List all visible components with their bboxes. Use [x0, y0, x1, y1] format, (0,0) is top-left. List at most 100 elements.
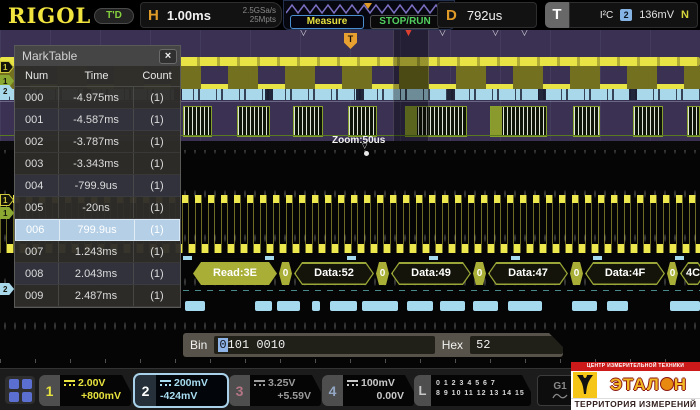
delay-box[interactable]: D 792us [437, 2, 537, 28]
globe-icon [660, 377, 674, 391]
menu-grid-button[interactable] [5, 376, 35, 404]
horizontal-timebase-box[interactable]: H 1.00ms 2.5GSa/s25Mpts [140, 2, 282, 28]
trigger-type: I²C [600, 10, 613, 21]
decode-readout-bar: Bin 0101 0010 Hex 52 [183, 333, 563, 357]
hex-value: 52 [470, 336, 563, 354]
decode-frame: Read:3E [193, 262, 277, 285]
decode-frame: 0 [279, 262, 292, 285]
decode-overview-group [237, 106, 270, 137]
sda-segment [277, 301, 300, 311]
measure-button[interactable]: Measure [290, 15, 364, 29]
bin-label: Bin [190, 338, 207, 352]
channel-2-position-marker[interactable]: 2 [0, 282, 14, 300]
decode-frame: Data:52 [294, 262, 374, 285]
sda-segment [407, 301, 433, 311]
trigger-position-icon[interactable]: T [344, 33, 357, 49]
decode-frame: 0 [667, 262, 678, 285]
stop-run-button[interactable]: STOP/RUN [370, 15, 440, 29]
zoom-scale-label: Zoom:50us [332, 135, 385, 146]
mark-table-row[interactable]: 0082.043ms(1) [15, 263, 180, 285]
decode-threshold-line [183, 290, 700, 291]
sda-segment [572, 301, 597, 311]
trigger-source-badge: 2 [620, 9, 632, 21]
channel-1-position-marker[interactable]: 1 [0, 206, 14, 224]
channel-2-offset: -424mV [160, 390, 221, 403]
trigger-level: 136mV [639, 9, 674, 21]
bin-cursor[interactable]: 0 [218, 338, 227, 352]
zoom-region-indicator[interactable] [393, 30, 429, 141]
decode-overview-group [348, 106, 377, 137]
timebase-value: 1.00ms [167, 8, 211, 23]
hex-label: Hex [442, 338, 463, 352]
waveform-preview-icon [286, 2, 452, 15]
close-icon[interactable]: × [159, 49, 177, 64]
decode-overview-group [293, 106, 323, 137]
channel-1-number: 1 [39, 375, 60, 406]
decode-frame: 4C [680, 262, 700, 285]
sine-wave-icon [552, 392, 568, 400]
mark-table-row[interactable]: 003-3.343ms(1) [15, 153, 180, 175]
decode-frame: 0 [376, 262, 389, 285]
channel-2-position-marker[interactable]: 2 [0, 84, 14, 102]
waveform-display: ▽▽▽▽▼ T Zoom:50us ▽ Read:3E0Data:520Data… [0, 30, 700, 368]
mark-table-row[interactable]: 002-3.787ms(1) [15, 131, 180, 153]
logic-row2: 8 9 10 11 12 13 14 15 [436, 390, 525, 397]
sda-segment [473, 301, 498, 311]
logic-channels-box[interactable]: L 0 1 2 3 4 5 6 7 8 9 10 11 12 13 14 15 [414, 375, 531, 406]
decode-frame: 0 [570, 262, 583, 285]
sda-segment [312, 301, 320, 311]
oscilloscope-screen: RIGOL T'D H 1.00ms 2.5GSa/s25Mpts Measur… [0, 0, 700, 410]
sda-segment [185, 301, 205, 311]
mark-table-row[interactable]: 000-4.975ms(1) [15, 87, 180, 109]
dc-coupling-icon [254, 380, 265, 387]
channel-4-number: 4 [322, 375, 343, 406]
trigger-slope-icon: N [681, 9, 689, 21]
svg-text:1: 1 [3, 209, 8, 218]
decode-frame: Data:4F [585, 262, 665, 285]
etalon-watermark: ЦЕНТР ИЗМЕРИТЕЛЬНОЙ ТЕХНИКИ ЭТАЛН ТЕРРИТ… [571, 362, 700, 410]
channel-1-offset: +800mV [64, 390, 121, 403]
channel-3-number: 3 [229, 375, 250, 406]
decode-overview-group [687, 106, 700, 137]
logic-row1: 0 1 2 3 4 5 6 7 [436, 380, 496, 387]
sda-segment [362, 301, 398, 311]
svg-text:1: 1 [3, 63, 8, 72]
sda-segment [330, 301, 357, 311]
channel-4-box[interactable]: 4 100mV 0.00V [322, 375, 414, 406]
channel-2-box-selected[interactable]: 2 200mV -424mV [133, 373, 229, 408]
trigger-box[interactable]: T I²C 2 136mV N [545, 2, 698, 28]
mark-table-titlebar[interactable]: MarkTable × [15, 46, 180, 66]
h-label: H [148, 7, 159, 24]
channel-1-box[interactable]: 1 2.00V +800mV [39, 375, 131, 406]
watermark-bottom-text: ТЕРРИТОРИЯ ИЗМЕРЕНИЙ [571, 398, 700, 410]
svg-text:1: 1 [3, 196, 8, 205]
dc-coupling-icon [347, 380, 358, 387]
channel-3-box[interactable]: 3 3.25V +5.59V [229, 375, 321, 406]
mark-table-popup: MarkTable × Num Time Count 000-4.975ms(1… [14, 45, 181, 308]
channel-4-scale: 100mV [361, 377, 395, 390]
mark-table-row[interactable]: 001-4.587ms(1) [15, 109, 180, 131]
t-label: T [545, 2, 569, 28]
decode-frame: Data:47 [488, 262, 568, 285]
etalon-name: ЭТАЛН [597, 375, 700, 395]
generator-1-label: G1 [553, 381, 566, 392]
sda-segment [670, 301, 700, 311]
logic-label: L [414, 375, 431, 406]
sda-segment [607, 301, 628, 311]
bin-value: 0101 0010 [214, 336, 434, 354]
mark-table-header: Num Time Count [15, 66, 180, 87]
top-bar: RIGOL T'D H 1.00ms 2.5GSa/s25Mpts Measur… [0, 0, 700, 30]
decode-overview-group [573, 106, 600, 137]
mark-table-row[interactable]: 0092.487ms(1) [15, 285, 180, 307]
mark-table-row[interactable]: 006799.9us(1) [15, 219, 180, 241]
decode-overview-group [633, 106, 663, 137]
waveform-preview-panel: Measure STOP/RUN [283, 0, 455, 30]
etalon-logo-icon [573, 372, 597, 398]
sample-rate: 2.5GSa/s25Mpts [243, 6, 276, 24]
mark-table-row[interactable]: 004-799.9us(1) [15, 175, 180, 197]
zoom-trigger-dot [364, 151, 369, 156]
decode-overview-group [490, 106, 547, 137]
svg-text:2: 2 [3, 285, 8, 294]
mark-table-row[interactable]: 0071.243ms(1) [15, 241, 180, 263]
mark-table-row[interactable]: 005-20ns(1) [15, 197, 180, 219]
